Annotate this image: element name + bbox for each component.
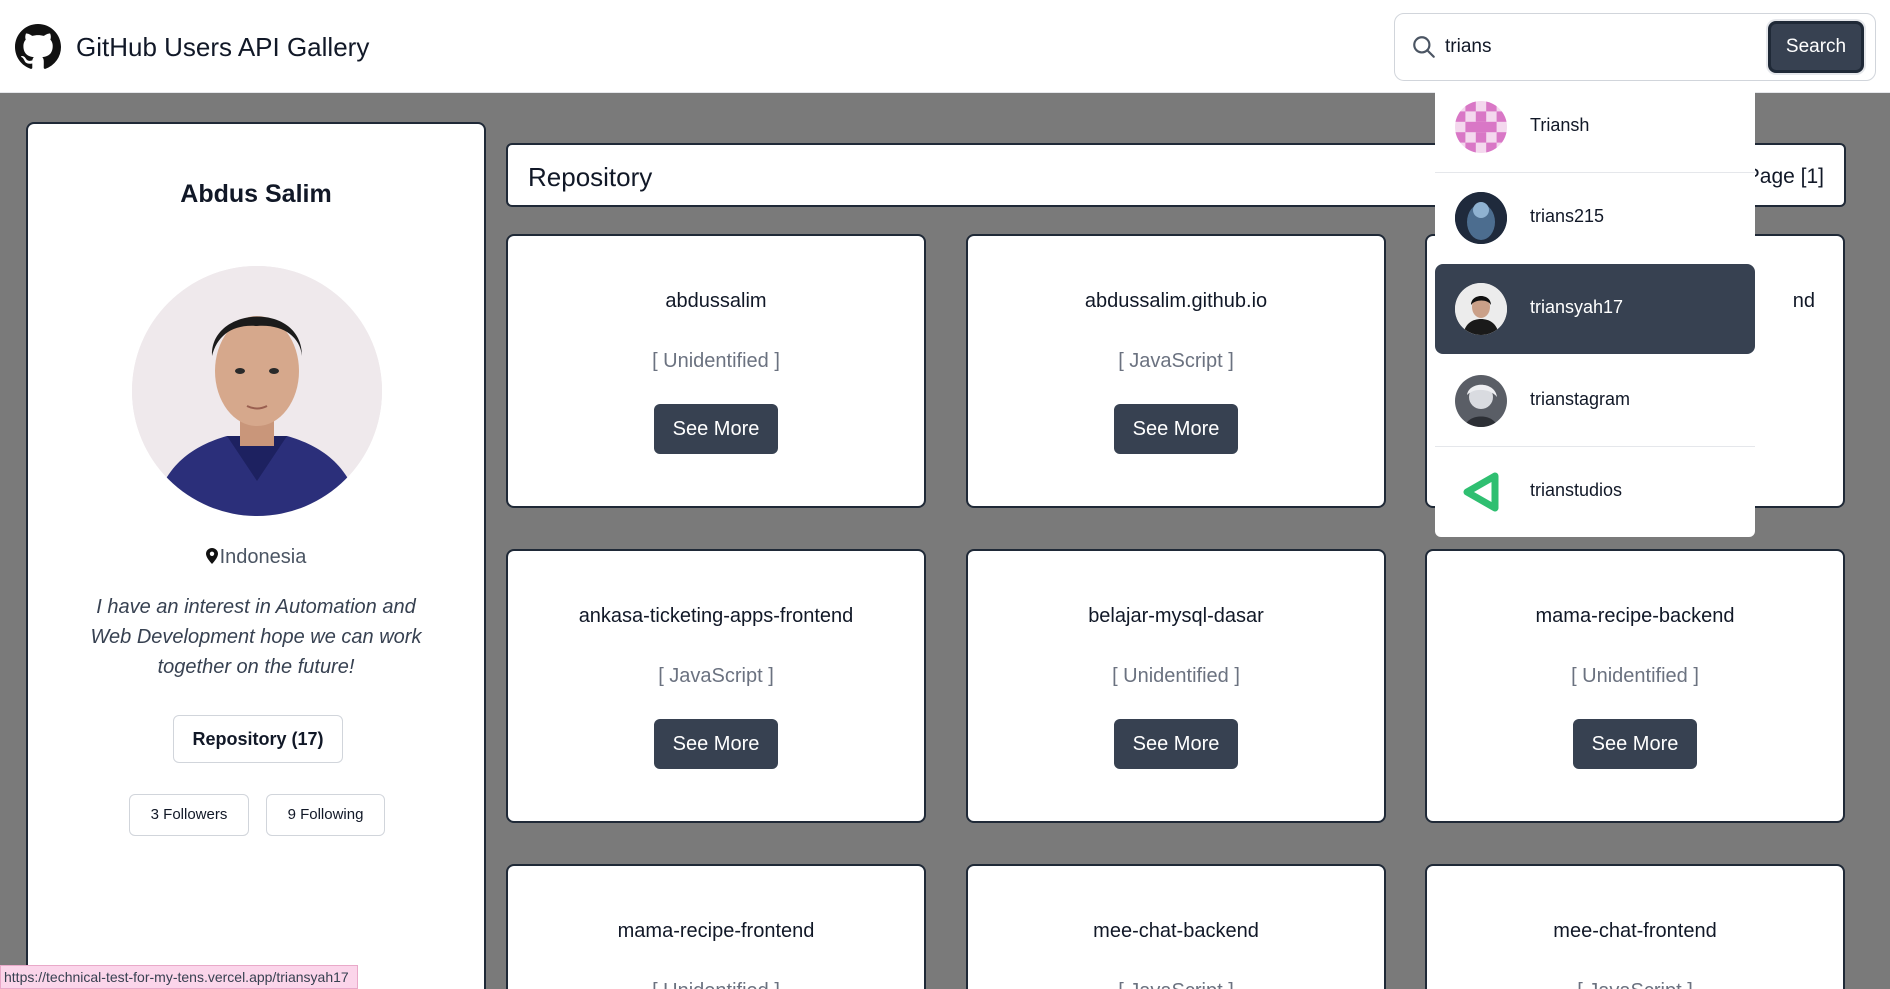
see-more-button[interactable]: See More	[654, 719, 778, 769]
search-result-item[interactable]: trianstagram	[1435, 356, 1755, 446]
search-input[interactable]	[1445, 28, 1745, 66]
repo-card: belajar-mysql-dasar [ Unidentified ] See…	[966, 549, 1386, 823]
user-login: trianstudios	[1530, 480, 1623, 500]
repo-language: [ Unidentified ]	[1571, 665, 1699, 687]
user-avatar	[1455, 466, 1507, 518]
repo-name: ankasa-ticketing-apps-frontend	[578, 605, 854, 627]
repo-card: mama-recipe-backend [ Unidentified ] See…	[1425, 549, 1845, 823]
see-more-button[interactable]: See More	[1114, 719, 1238, 769]
location-pin-icon	[205, 548, 218, 564]
repo-card: abdussalim.github.io [ JavaScript ] See …	[966, 234, 1386, 508]
followers-button[interactable]: 3 Followers	[129, 794, 249, 836]
app-header: GitHub Users API Gallery Search	[0, 0, 1890, 93]
repo-language: [ Unidentified ]	[508, 980, 924, 989]
see-more-button[interactable]: See More	[1573, 719, 1697, 769]
repository-count-button[interactable]: Repository (17)	[173, 715, 343, 763]
see-more-button[interactable]: See More	[654, 404, 778, 454]
profile-avatar	[132, 266, 382, 516]
repo-card: abdussalim [ Unidentified ] See More	[506, 234, 926, 508]
repo-language: [ JavaScript ]	[658, 665, 774, 687]
repo-name: abdussalim.github.io	[1084, 290, 1268, 312]
repo-name: mama-recipe-backend	[1535, 605, 1735, 627]
repo-language: [ Unidentified ]	[1112, 665, 1240, 687]
page-indicator: Page [1]	[1745, 165, 1824, 188]
location-label: Indonesia	[219, 546, 307, 568]
user-login: Triansh	[1530, 115, 1590, 135]
repo-card: mee-chat-backend [ JavaScript ]	[966, 864, 1386, 989]
search-button[interactable]: Search	[1768, 21, 1864, 73]
repo-name: mee-chat-backend	[1093, 920, 1259, 942]
repo-card: mee-chat-frontend [ JavaScript ]	[1425, 864, 1845, 989]
repo-language: [ Unidentified ]	[652, 350, 780, 372]
repo-language: [ JavaScript ]	[968, 980, 1384, 989]
search-result-item[interactable]: Triansh	[1435, 82, 1755, 172]
profile-bio: I have an interest in Automation and Web…	[90, 596, 422, 678]
search-result-item[interactable]: triansyah17	[1435, 264, 1755, 354]
repo-name: mama-recipe-frontend	[617, 920, 815, 942]
app-title: GitHub Users API Gallery	[76, 32, 370, 62]
search-result-item[interactable]: trianstudios	[1435, 447, 1755, 537]
profile-location: Indonesia	[28, 546, 484, 569]
following-button[interactable]: 9 Following	[266, 794, 385, 836]
search-icon	[1413, 36, 1435, 58]
repo-language: [ JavaScript ]	[1427, 980, 1843, 989]
repo-name: abdussalim	[665, 290, 767, 312]
see-more-button[interactable]: See More	[1114, 404, 1238, 454]
user-avatar	[1455, 101, 1507, 153]
repo-name: mee-chat-frontend	[1553, 920, 1717, 942]
search-results-dropdown: Triansh trians215 triansyah17 trianstagr…	[1435, 82, 1755, 537]
repo-card: ankasa-ticketing-apps-frontend [ JavaScr…	[506, 549, 926, 823]
user-login: trianstagram	[1530, 389, 1631, 409]
profile-card: Abdus Salim Indonesia I have an interest…	[26, 122, 486, 989]
repo-name: nd	[1792, 290, 1815, 312]
repo-language: [ JavaScript ]	[1118, 350, 1234, 372]
user-avatar	[1455, 192, 1507, 244]
user-avatar	[1455, 283, 1507, 335]
github-logo-icon[interactable]	[15, 24, 61, 70]
repo-name: belajar-mysql-dasar	[1088, 605, 1264, 627]
repo-card: mama-recipe-frontend [ Unidentified ]	[506, 864, 926, 989]
user-login: triansyah17	[1530, 297, 1624, 317]
profile-name: Abdus Salim	[180, 180, 332, 208]
search-box: Search	[1394, 13, 1876, 81]
search-result-item[interactable]: trians215	[1435, 173, 1755, 263]
user-login: trians215	[1530, 206, 1605, 226]
repository-title: Repository	[528, 162, 653, 192]
status-bar-url: https://technical-test-for-my-tens.verce…	[0, 965, 358, 989]
user-avatar	[1455, 375, 1507, 427]
